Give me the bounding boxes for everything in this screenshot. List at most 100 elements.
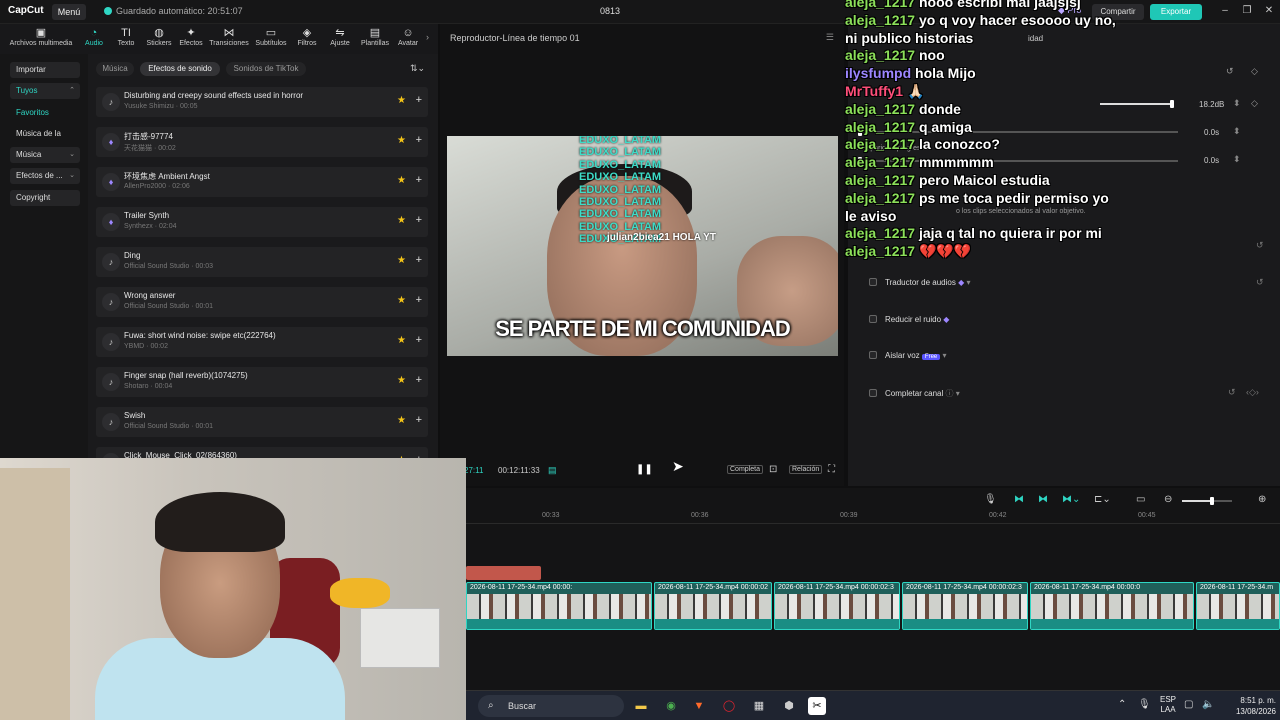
export-button[interactable]: Exportar xyxy=(1150,4,1202,20)
chevron-down-icon[interactable]: ▾ xyxy=(943,351,947,360)
fade-in-stepper-icon[interactable]: ⬍ xyxy=(1233,126,1241,137)
capcut-taskbar-icon[interactable]: ✂ xyxy=(808,697,826,715)
tool-audio[interactable]: ◔ Audio xyxy=(80,26,108,47)
language-indicator[interactable]: ESP LAA xyxy=(1160,695,1176,715)
favorite-star-icon[interactable]: ★ xyxy=(397,415,406,426)
maximize-icon[interactable]: ❐ xyxy=(1240,4,1254,18)
close-icon[interactable]: ✕ xyxy=(1262,4,1276,18)
add-icon[interactable]: + xyxy=(416,334,422,346)
tool-filters[interactable]: ◈ Filtros xyxy=(292,26,322,47)
favorite-star-icon[interactable]: ★ xyxy=(397,375,406,386)
list-item[interactable]: ♪ Swish Official Sound Studio · 00:01 ★ + xyxy=(96,407,428,437)
video-clip[interactable]: 2026-08-11 17-25-34.mp4 00:00: xyxy=(466,582,652,630)
snap-icon[interactable]: ⧓⌄ xyxy=(1062,494,1080,505)
brave-icon[interactable]: ▼ xyxy=(690,697,708,715)
crop-icon[interactable]: ⊡ xyxy=(769,464,777,475)
sort-filter-icon[interactable]: ⇅⌄ xyxy=(410,63,425,74)
translator-reset-icon[interactable]: ↺ xyxy=(1256,277,1264,288)
sidebar-item-1[interactable]: Tuyos ⌃ xyxy=(10,83,80,99)
preview-axis-icon[interactable]: ⊏⌄ xyxy=(1094,494,1111,505)
mic-tray-icon[interactable]: 🎙 xyxy=(1138,699,1151,710)
list-item[interactable]: ♦ Trailer Synth Synthezx · 02:04 ★ + xyxy=(96,207,428,237)
sidebar-item-4[interactable]: Música ⌄ xyxy=(10,147,80,163)
sidebar-item-3[interactable]: Música de la ma... xyxy=(10,126,80,154)
player-menu-icon[interactable]: ☰ xyxy=(826,32,834,43)
reset-icon[interactable]: ↺ xyxy=(1226,66,1234,77)
normalize-reset-icon[interactable]: ↺ xyxy=(1256,240,1264,251)
complete-channel-option[interactable]: Completar canal ⓘ ▾ xyxy=(869,388,960,399)
fullscreen-icon[interactable]: ⛶ xyxy=(828,464,835,475)
share-button[interactable]: Compartir xyxy=(1092,4,1144,20)
pro-button[interactable]: ◆ Pro xyxy=(1058,5,1081,16)
volume-slider[interactable] xyxy=(1100,100,1174,108)
add-icon[interactable]: + xyxy=(416,94,422,106)
text-clip[interactable] xyxy=(466,566,541,580)
channel-keyframe-icon[interactable]: ‹◇› xyxy=(1246,387,1259,398)
noise-reduction-checkbox[interactable] xyxy=(869,315,877,323)
add-icon[interactable]: + xyxy=(416,294,422,306)
video-clip[interactable]: 2026-08-11 17-25-34.mp4 00:00:02:3 xyxy=(902,582,1028,630)
time-ruler[interactable]: 00:33 00:36 00:39 00:42 00:45 xyxy=(466,510,1280,524)
favorite-star-icon[interactable]: ★ xyxy=(397,135,406,146)
audio-translator-checkbox[interactable] xyxy=(869,278,877,286)
sidebar-item-6[interactable]: Copyright xyxy=(10,190,80,206)
magnet-icon[interactable]: ⧓ xyxy=(1038,494,1048,505)
full-quality-button[interactable]: Completa xyxy=(727,465,763,474)
favorite-star-icon[interactable]: ★ xyxy=(397,295,406,306)
zoom-out-icon[interactable]: ⊖ xyxy=(1164,494,1172,505)
channel-reset-icon[interactable]: ↺ xyxy=(1228,387,1236,398)
video-clip[interactable]: 2026-08-11 17-25-34.mp4 00:00:0 xyxy=(1030,582,1194,630)
opera-icon[interactable]: ◯ xyxy=(720,697,738,715)
tray-chevron-icon[interactable]: ⌃ xyxy=(1118,699,1126,710)
sidebar-item-5[interactable]: Efectos de ... ⌄ xyxy=(10,168,80,184)
tool-avatar[interactable]: ☺ Avatar xyxy=(394,26,422,47)
microphone-icon[interactable]: 🎙 xyxy=(984,494,997,505)
chevron-down-icon[interactable]: ▾ xyxy=(966,278,970,287)
fade-out-slider[interactable] xyxy=(858,157,1178,165)
video-clip[interactable]: 2026-08-11 17-25-34.m xyxy=(1196,582,1280,630)
fade-out-stepper-icon[interactable]: ⬍ xyxy=(1233,154,1241,165)
video-preview[interactable]: EDUXO_LATAM EDUXO_LATAM EDUXO_LATAM EDUXO_L… xyxy=(447,136,838,356)
favorite-star-icon[interactable]: ★ xyxy=(397,335,406,346)
add-icon[interactable]: + xyxy=(416,374,422,386)
sidebar-item-0[interactable]: Importar xyxy=(10,62,80,78)
list-item[interactable]: ♦ 打击感-97774 天花猫猫 · 00:02 ★ + xyxy=(96,127,428,157)
video-clip[interactable]: 2026-08-11 17-25-34.mp4 00:00:02 xyxy=(654,582,772,630)
add-icon[interactable]: + xyxy=(416,414,422,426)
pause-icon[interactable]: ❚❚ xyxy=(636,464,653,475)
minimize-icon[interactable]: – xyxy=(1218,4,1232,18)
link-icon[interactable]: ⧓ xyxy=(1014,494,1024,505)
keyframe-icon[interactable]: ◇ xyxy=(1251,66,1258,77)
system-clock[interactable]: 8:51 p. m. 13/08/2026 xyxy=(1222,695,1276,717)
tab-speed-fragment[interactable]: idad xyxy=(1028,34,1043,43)
list-item[interactable]: ♪ Disturbing and creepy sound effects use… xyxy=(96,87,428,117)
list-item[interactable]: ♪ Finger snap (hall reverb)(1074275) Shota… xyxy=(96,367,428,397)
list-item[interactable]: ♦ 环境焦虑 Ambient Angst AllenPro2000 · 02:06 ★… xyxy=(96,167,428,197)
isolate-voice-option[interactable]: Aislar voz Free ▾ xyxy=(869,351,947,360)
list-item[interactable]: ♪ Fuwa: short wind noise: swipe etc(22276… xyxy=(96,327,428,357)
favorite-star-icon[interactable]: ★ xyxy=(397,215,406,226)
fade-in-slider[interactable] xyxy=(858,128,1178,136)
tool-effects[interactable]: ✦ Efectos xyxy=(176,26,206,47)
tool-templates[interactable]: ▤ Plantillas xyxy=(358,26,392,47)
chrome-icon[interactable]: ◉ xyxy=(662,697,680,715)
tab-music[interactable]: Música xyxy=(96,62,134,76)
favorite-star-icon[interactable]: ★ xyxy=(397,175,406,186)
store-icon[interactable]: ▦ xyxy=(750,697,768,715)
favorite-star-icon[interactable]: ★ xyxy=(397,255,406,266)
tab-tiktok-sounds[interactable]: Sonidos de TikTok xyxy=(226,62,306,76)
tool-media[interactable]: ▣ Archivos multimedia xyxy=(4,26,78,47)
chevron-down-icon[interactable]: ▾ xyxy=(956,389,960,398)
ratio-button[interactable]: Relación xyxy=(789,465,823,474)
tool-transitions[interactable]: ⋈ Transiciones xyxy=(208,26,250,47)
volume-stepper-icon[interactable]: ⬍ xyxy=(1233,98,1241,109)
add-icon[interactable]: + xyxy=(416,134,422,146)
video-clip[interactable]: 2026-08-11 17-25-34.mp4 00:00:02:3 xyxy=(774,582,900,630)
noise-reduction-option[interactable]: Reducir el ruido ◆ xyxy=(869,315,949,324)
favorite-star-icon[interactable]: ★ xyxy=(397,95,406,106)
project-name[interactable]: 0813 xyxy=(600,6,620,16)
sidebar-item-2[interactable]: Favoritos xyxy=(10,105,80,121)
audio-translator-option[interactable]: Traductor de audios ◆ ▾ xyxy=(869,278,971,287)
taskbar-search[interactable]: ⌕ Buscar xyxy=(478,695,624,717)
add-icon[interactable]: + xyxy=(416,254,422,266)
